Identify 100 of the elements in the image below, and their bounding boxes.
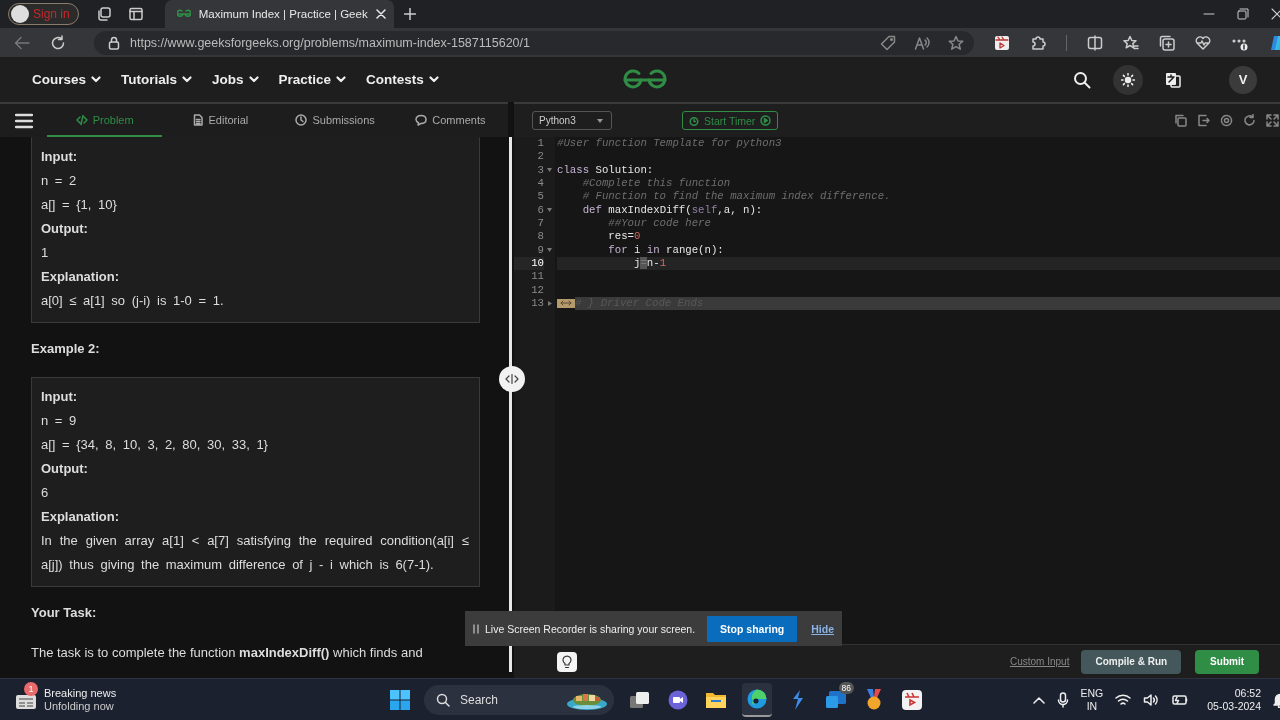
fold-caret-icon[interactable] (547, 301, 552, 307)
split-screen-icon[interactable] (1087, 34, 1103, 51)
nav-menu-item[interactable]: Practice (278, 72, 347, 87)
nav-menu-item[interactable]: Tutorials (121, 72, 193, 87)
avatar[interactable]: V (1229, 65, 1257, 94)
start-timer-button[interactable]: Start Timer (682, 111, 779, 130)
line-number: 3 (536, 163, 544, 177)
puzzle-icon[interactable] (1030, 34, 1046, 51)
task-view-icon[interactable] (630, 690, 650, 709)
comment-icon (415, 113, 428, 126)
restore-icon[interactable] (1237, 8, 1249, 20)
news-title[interactable]: Breaking news (44, 686, 117, 700)
chevron-down-icon (91, 76, 102, 83)
theme-toggle-button[interactable] (1113, 64, 1143, 95)
stop-sharing-button[interactable]: Stop sharing (707, 615, 798, 642)
example-label: Input: (41, 148, 79, 166)
address-bar[interactable]: https://www.geeksforgeeks.org/problems/maximum-index-1587115620/1 (94, 30, 974, 55)
example-text: In the given array a[1] < a[7] satisfying the required condition(a[i] ≤ a[j]) thus giving the maximum difference of j - i which is 6(7-1). (41, 532, 469, 574)
collections-icon[interactable] (1159, 34, 1175, 51)
search-icon[interactable] (1073, 70, 1091, 89)
problem-tab[interactable]: Editorial (162, 104, 278, 137)
mail-icon[interactable] (826, 690, 846, 709)
close-icon[interactable] (375, 9, 386, 19)
lightning-icon[interactable] (791, 689, 805, 710)
copy-icon[interactable] (1174, 114, 1187, 127)
alarm-clock-icon (689, 115, 699, 126)
line-number: 7 (536, 216, 544, 231)
star-icon[interactable] (948, 34, 964, 51)
region-indicator[interactable]: IN (1086, 699, 1098, 713)
tag-icon[interactable] (880, 34, 896, 51)
export-icon[interactable] (1197, 114, 1210, 127)
line-number: 8 (536, 230, 544, 244)
line-number: 1 (536, 137, 544, 151)
new-tab-icon[interactable] (403, 8, 416, 20)
battery-icon[interactable] (1171, 692, 1190, 707)
double-arrow-icon (560, 300, 572, 307)
close-icon[interactable] (1271, 8, 1280, 20)
task-description: The task is to complete the function maxIndexDiff() which finds and (31, 644, 424, 662)
settings-icon[interactable] (1220, 114, 1233, 127)
example-label: Explanation: (41, 268, 120, 286)
compile-run-button[interactable]: Compile & Run (1081, 649, 1182, 674)
back-arrow-icon[interactable] (14, 35, 30, 50)
favorites-icon[interactable] (1123, 34, 1139, 51)
code-line: # Function to find the maximum index difference. (581, 190, 892, 204)
language-indicator[interactable]: ENG (1080, 686, 1104, 700)
notification-badge: 86 (838, 681, 854, 694)
refresh-icon[interactable] (50, 34, 66, 51)
example-text: a[0] ≤ a[1] so (j-i) is 1-0 = 1. (41, 292, 225, 310)
line-number: 12 (530, 283, 544, 297)
pause-icon (473, 623, 479, 634)
problem-tab[interactable]: Submissions (277, 104, 393, 137)
chevron-down-icon (248, 76, 259, 83)
nav-menu-item[interactable]: Jobs (212, 72, 259, 87)
nav-menu-item[interactable]: Contests (366, 72, 439, 87)
wifi-icon[interactable] (1115, 692, 1132, 707)
code-icon (75, 113, 88, 126)
clock-time[interactable]: 06:52 (1234, 686, 1261, 700)
news-subtitle: Unfolding now (44, 699, 115, 713)
language-dropdown[interactable]: Python3 (532, 111, 612, 130)
tab-panel-icon[interactable] (128, 7, 143, 21)
start-icon[interactable] (390, 689, 410, 710)
submit-button[interactable]: Submit (1195, 649, 1259, 674)
problem-tab[interactable]: Comments (392, 104, 508, 137)
browser-tab[interactable]: Maximum Index | Practice | Geek (164, 0, 394, 28)
workspaces-icon[interactable] (96, 7, 111, 21)
resize-arrows-icon (505, 374, 519, 384)
folder-icon[interactable] (706, 690, 726, 709)
clock-date[interactable]: 05-03-2024 (1207, 699, 1261, 713)
fold-caret-icon[interactable] (547, 248, 552, 253)
line-number: 6 (536, 203, 544, 217)
example-label: Input: (41, 388, 79, 406)
line-number: 4 (536, 177, 544, 191)
volume-icon[interactable] (1143, 692, 1160, 707)
line-number: 2 (536, 150, 544, 164)
hint-button[interactable] (557, 651, 577, 672)
heart-pulse-icon[interactable] (1195, 34, 1211, 51)
fullscreen-icon[interactable] (1266, 114, 1279, 127)
browser-icon[interactable] (747, 688, 767, 709)
menu-icon[interactable] (14, 112, 33, 129)
code-line: #User function Template for python3 (557, 137, 783, 151)
chevron-up-icon[interactable] (1032, 695, 1045, 704)
chevron-down-icon (182, 76, 193, 83)
taskbar-search-field[interactable]: Search (424, 684, 614, 715)
fold-caret-icon[interactable] (547, 208, 552, 213)
section-heading: Example 2: (31, 340, 101, 358)
example-text: a[] = {1, 10} (41, 196, 118, 214)
clapperboard-icon[interactable] (902, 689, 922, 710)
fold-caret-icon[interactable] (547, 168, 552, 173)
medal-icon[interactable] (865, 688, 883, 711)
translate-icon[interactable] (1165, 71, 1181, 88)
nav-menu-item[interactable]: Courses (32, 72, 102, 87)
clapperboard-icon[interactable] (994, 34, 1010, 51)
hide-link[interactable]: Hide (811, 622, 835, 635)
video-call-icon[interactable] (668, 689, 688, 710)
microphone-icon[interactable] (1056, 691, 1069, 708)
refresh-icon[interactable] (1243, 114, 1256, 127)
notification-badge: 1 (24, 681, 38, 696)
folded-code-marker[interactable] (557, 298, 575, 308)
read-aloud-icon[interactable] (914, 34, 930, 51)
custom-input-link[interactable]: Custom Input (1009, 656, 1070, 667)
